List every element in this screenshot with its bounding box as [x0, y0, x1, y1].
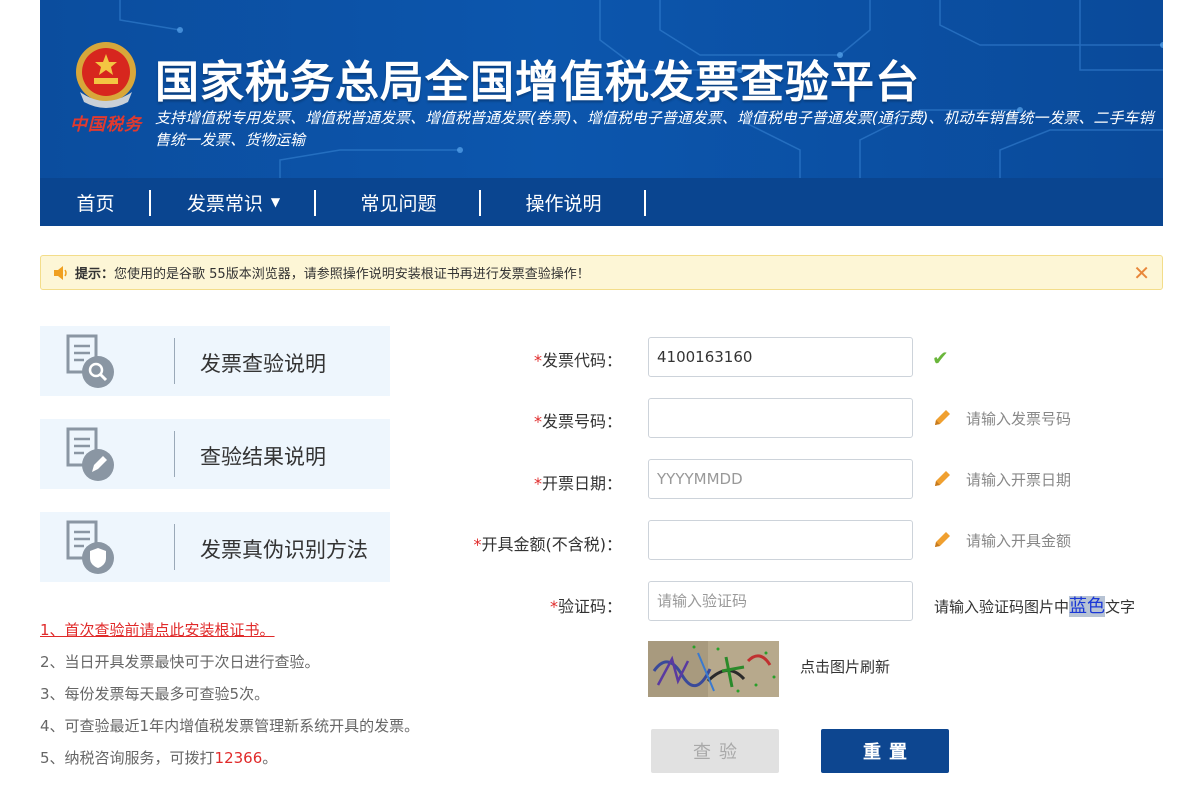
invoice-code-input[interactable] — [648, 337, 913, 377]
label-text: 发票代码： — [541, 351, 622, 370]
pencil-icon — [935, 532, 950, 547]
label-text: 验证码： — [557, 597, 622, 616]
tax-seal-signature: 中国税务 — [70, 115, 142, 135]
site-subtitle: 支持增值税专用发票、增值税普通发票、增值税普通发票(卷票)、增值税电子普通发票、… — [155, 109, 1154, 149]
invoice-code-label: *发票代码： — [534, 347, 622, 371]
required-mark: * — [533, 412, 542, 431]
nav-item-instructions[interactable]: 操作说明 — [481, 178, 646, 226]
card-divider — [174, 338, 175, 384]
card-result-guide[interactable]: 查验结果说明 — [40, 419, 390, 489]
card-label: 发票查验说明 — [200, 352, 326, 376]
note-item: 4、可查验最近1年内增值税发票管理新系统开具的发票。 — [40, 717, 420, 735]
invoice-date-hint: 请输入开票日期 — [966, 471, 1072, 489]
captcha-hint: 请输入验证码图片中蓝色文字 — [934, 592, 1135, 618]
label-text: 开具金额(不含税)： — [481, 535, 623, 554]
header-banner: 中国税务 国家税务总局全国增值税发票查验平台 支持增值税专用发票、增值税普通发票… — [40, 0, 1163, 178]
chevron-down-icon: ▼ — [270, 195, 281, 209]
tax-emblem-icon — [76, 42, 136, 108]
notice-label: 提示： — [75, 267, 115, 282]
invoice-date-input[interactable] — [648, 459, 913, 499]
nav-item-label: 操作说明 — [525, 192, 602, 215]
required-mark: * — [473, 535, 482, 554]
main-nav: 首页 发票常识 ▼ 常见问题 操作说明 — [40, 178, 1163, 226]
browser-notice: 提示： 您使用的是谷歌 55版本浏览器，请参照操作说明安装根证书再进行发票查验操… — [40, 255, 1163, 290]
note-item: 5、纳税咨询服务，可拨打12366。 — [40, 742, 419, 774]
service-phone: 12366 — [214, 749, 263, 767]
check-icon: ✔ — [932, 346, 949, 370]
nav-item-faq[interactable]: 常见问题 — [316, 178, 481, 226]
invoice-amount-label: *开具金额(不含税)： — [474, 531, 623, 555]
site-title: 国家税务总局全国增值税发票查验平台 — [155, 57, 920, 108]
notes-list: 1、首次查验前请点此安装根证书。 2、当日开具发票最快可于次日进行查验。 3、每… — [40, 614, 419, 774]
invoice-date-label: *开票日期： — [534, 470, 622, 494]
invoice-number-hint: 请输入发票号码 — [966, 410, 1072, 428]
nav-item-invoice-knowledge[interactable]: 发票常识 ▼ — [151, 178, 316, 226]
invoice-number-input[interactable] — [648, 398, 913, 438]
reset-button[interactable]: 重置 — [821, 729, 949, 773]
check-button[interactable]: 查验 — [651, 729, 779, 773]
card-label: 查验结果说明 — [200, 445, 326, 469]
captcha-hint-text: 请输入验证码图片中 — [934, 598, 1070, 616]
captcha-input[interactable] — [648, 581, 913, 621]
card-divider — [174, 524, 175, 570]
invoice-amount-hint: 请输入开具金额 — [966, 532, 1072, 550]
required-mark: * — [549, 597, 558, 616]
label-text: 开票日期： — [541, 474, 622, 493]
note-item: 3、每份发票每天最多可查验5次。 — [40, 685, 270, 703]
card-invoice-check-guide[interactable]: 发票查验说明 — [40, 326, 390, 396]
pencil-icon — [935, 471, 950, 486]
close-icon[interactable]: ✕ — [1133, 261, 1150, 285]
document-search-icon — [66, 334, 114, 388]
speaker-icon — [54, 265, 67, 280]
invoice-amount-input[interactable] — [648, 520, 913, 560]
captcha-label: *验证码： — [550, 593, 622, 617]
card-divider — [174, 431, 175, 477]
nav-item-label: 常见问题 — [360, 192, 437, 215]
required-mark: * — [533, 351, 542, 370]
nav-item-label: 发票常识 — [186, 192, 263, 215]
install-root-cert-link[interactable]: 1、首次查验前请点此安装根证书。 — [40, 614, 419, 646]
label-text: 发票号码： — [541, 412, 622, 431]
notice-text: 您使用的是谷歌 55版本浏览器，请参照操作说明安装根证书再进行发票查验操作！ — [114, 267, 590, 282]
nav-item-home[interactable]: 首页 — [40, 178, 151, 226]
card-label: 发票真伪识别方法 — [200, 538, 368, 562]
note-text: 。 — [262, 749, 278, 767]
pencil-icon — [935, 410, 950, 425]
invoice-check-page: 中国税务 国家税务总局全国增值税发票查验平台 支持增值税专用发票、增值税普通发票… — [0, 0, 1200, 802]
note-item: 2、当日开具发票最快可于次日进行查验。 — [40, 653, 320, 671]
nav-item-label: 首页 — [76, 192, 115, 215]
captcha-image[interactable] — [648, 641, 779, 697]
captcha-refresh-text[interactable]: 点击图片刷新 — [800, 656, 890, 677]
card-authenticity-methods[interactable]: 发票真伪识别方法 — [40, 512, 390, 582]
captcha-hint-text: 文字 — [1105, 598, 1136, 616]
required-mark: * — [533, 474, 542, 493]
document-shield-icon — [66, 520, 114, 574]
captcha-color-highlight: 蓝色 — [1069, 596, 1106, 617]
note-text: 5、纳税咨询服务，可拨打 — [40, 749, 215, 767]
document-edit-icon — [66, 427, 114, 481]
invoice-number-label: *发票号码： — [534, 408, 622, 432]
